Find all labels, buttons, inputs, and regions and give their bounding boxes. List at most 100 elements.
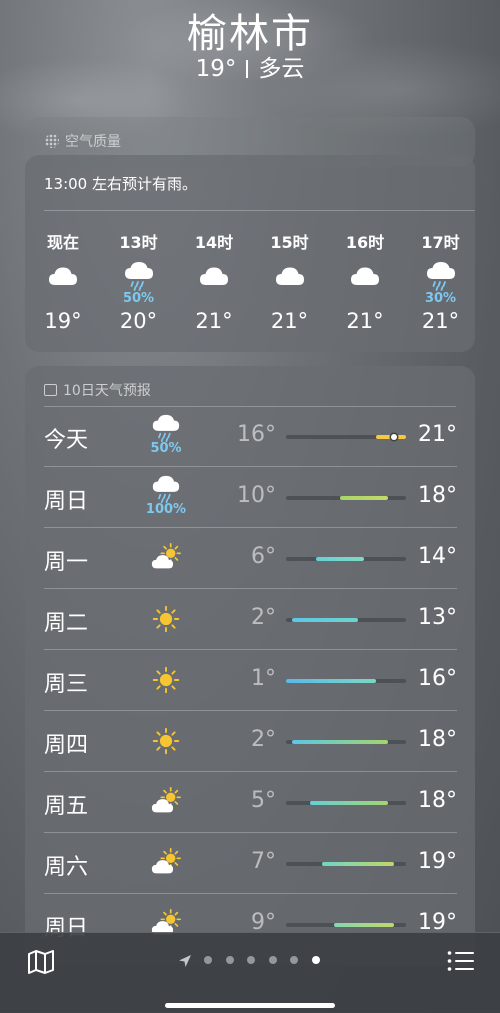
day-name: 周六 (44, 855, 89, 880)
page-dot[interactable] (247, 956, 255, 964)
hourly-item[interactable]: 15时 21° (260, 229, 320, 333)
page-dot[interactable] (290, 956, 298, 964)
map-icon[interactable] (27, 949, 55, 979)
hourly-forecast-card[interactable]: 13:00 左右预计有雨。 现在 19° 13时 50% 20° 14时 21° 15时 21°… (25, 155, 475, 352)
forecast-row[interactable]: 周二 2° 13° (44, 589, 457, 650)
hour-time: 13时 (119, 233, 158, 252)
calendar-icon (44, 384, 57, 396)
air-quality-label: 空气质量 (65, 134, 121, 150)
day-condition (136, 603, 196, 635)
forecast-row[interactable]: 周一 6° 14° (44, 528, 457, 589)
hourly-note: 13:00 左右预计有雨。 (44, 175, 197, 193)
day-name: 周二 (44, 611, 89, 636)
sun-cloud-icon (136, 847, 196, 879)
day-low-temp: 1° (251, 666, 276, 691)
ten-day-header: 10日天气预报 (44, 380, 151, 400)
day-condition (136, 786, 196, 818)
sun-cloud-icon (136, 786, 196, 818)
location-header: 榆林市 19° 多云 (0, 8, 500, 82)
list-icon[interactable] (447, 950, 475, 976)
day-condition (136, 725, 196, 757)
cloud-rain-icon (136, 412, 196, 444)
forecast-row[interactable]: 周六 7° 19° (44, 833, 457, 894)
cloud-icon (184, 259, 244, 295)
ten-day-title: 10日天气预报 (63, 383, 151, 399)
day-low-temp: 2° (251, 605, 276, 630)
hour-time: 现在 (46, 233, 79, 252)
hour-time: 16时 (345, 233, 385, 252)
hourly-item[interactable]: 13时 50% 20° (109, 229, 169, 333)
current-summary: 19° 多云 (0, 56, 500, 82)
cloud-icon (335, 259, 395, 295)
day-low-temp: 5° (251, 788, 276, 813)
location-arrow-icon (178, 953, 192, 972)
day-name: 周日 (44, 489, 89, 514)
day-name: 周一 (44, 550, 89, 575)
cloud-rain-icon (136, 473, 196, 505)
forecast-row[interactable]: 周三 1° 16° (44, 650, 457, 711)
page-dot[interactable] (311, 956, 320, 964)
temp-range-bar (322, 862, 394, 866)
temp-range-bar (340, 496, 388, 500)
day-name: 周四 (44, 733, 89, 758)
temp-range-track (286, 679, 406, 683)
temp-range-track (286, 618, 406, 622)
page-dot[interactable] (225, 956, 234, 964)
sun-icon (136, 603, 196, 635)
forecast-row[interactable]: 周四 2° 18° (44, 711, 457, 772)
page-dot[interactable] (268, 956, 277, 964)
day-condition (136, 664, 196, 696)
temp-range-bar (334, 923, 394, 927)
day-high-temp: 18° (418, 788, 457, 813)
day-high-temp: 21° (418, 422, 457, 447)
day-high-temp: 18° (418, 483, 457, 508)
air-quality-icon (45, 134, 59, 148)
cloud-rain-icon (109, 259, 169, 295)
temp-range-bar (292, 618, 358, 622)
hourly-item[interactable]: 17时 30% 21° (411, 229, 471, 333)
temp-range-track (286, 434, 406, 440)
page-dot[interactable] (204, 956, 212, 964)
hour-time: 17时 (421, 233, 460, 252)
day-high-temp: 13° (418, 605, 457, 630)
hourly-item[interactable]: 16时 21° (335, 229, 395, 333)
day-high-temp: 14° (418, 544, 457, 569)
day-name: 今天 (44, 428, 89, 453)
hour-time: 15时 (270, 233, 309, 252)
temp-range-track (286, 801, 406, 805)
hour-temp: 20° (119, 309, 158, 333)
cloud-rain-icon (411, 259, 471, 295)
forecast-row[interactable]: 今天 50% 16° 21° (44, 406, 457, 467)
hourly-item[interactable]: 14时 21° (184, 229, 244, 333)
temp-range-bar (310, 801, 388, 805)
day-low-temp: 10° (237, 483, 276, 508)
day-low-temp: 2° (251, 727, 276, 752)
temp-range-bar (286, 679, 376, 683)
day-condition: 100% (136, 473, 196, 517)
day-low-temp: 16° (237, 422, 276, 447)
temp-range-track (286, 740, 406, 744)
hour-temp: 21° (195, 309, 233, 333)
day-high-temp: 16° (418, 666, 457, 691)
sun-cloud-icon (136, 542, 196, 574)
city-name: 榆林市 (187, 11, 313, 57)
current-condition: 多云 (258, 56, 305, 82)
current-temp-marker (391, 434, 397, 440)
home-indicator (165, 1003, 335, 1008)
hourly-item[interactable]: 现在 19° (33, 229, 93, 333)
sun-icon (136, 725, 196, 757)
hour-time: 14时 (194, 233, 234, 252)
day-high-temp: 18° (418, 727, 457, 752)
forecast-row[interactable]: 周日 100% 10° 18° (44, 467, 457, 528)
forecast-row[interactable]: 周五 5° 18° (44, 772, 457, 833)
day-low-temp: 7° (251, 849, 276, 874)
temp-range-bar (292, 740, 388, 744)
temp-range-track (286, 557, 406, 561)
hour-temp: 21° (270, 309, 309, 333)
temp-range-bar (316, 557, 364, 561)
day-condition: 50% (136, 412, 196, 456)
day-condition (136, 847, 196, 879)
divider (44, 210, 475, 211)
ten-day-forecast-card[interactable]: 10日天气预报 今天 50% 16° 21° 周日 100% 10° 18° 周一 6° 14° 周二… (25, 366, 475, 966)
cloud-icon (33, 259, 93, 295)
